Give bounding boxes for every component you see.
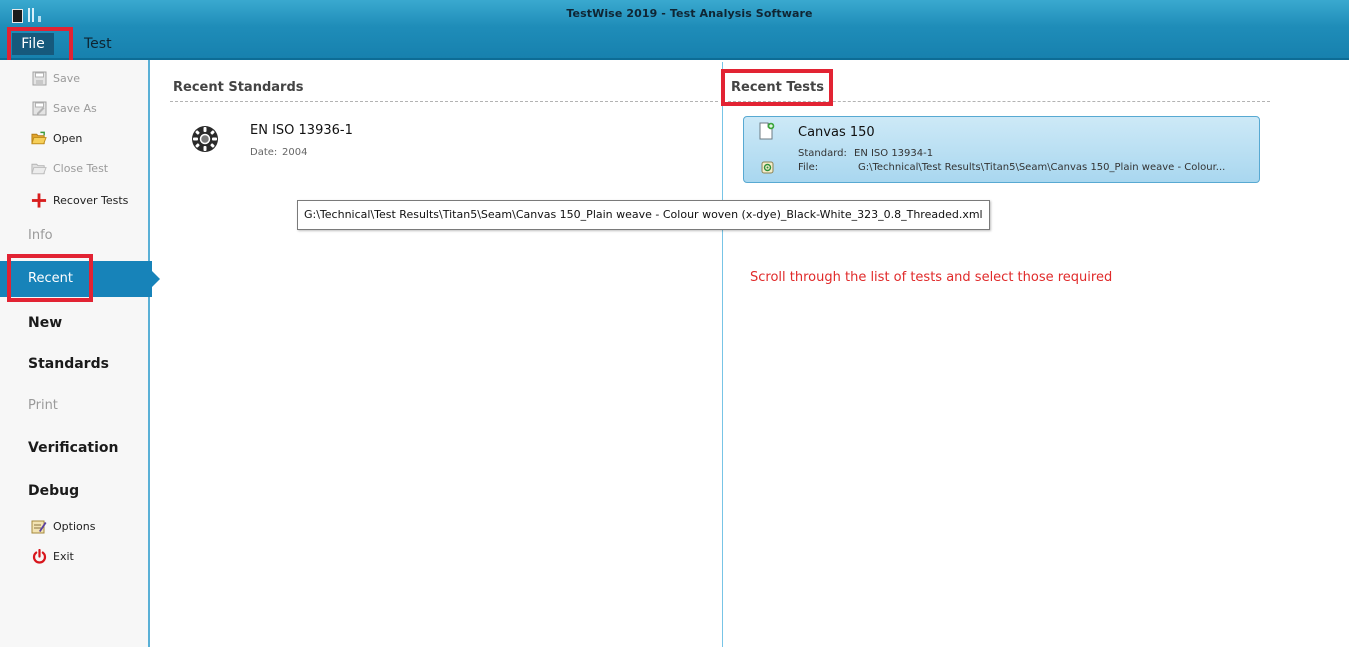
recent-test-item[interactable]: Canvas 150 Standard: EN ISO 13934-1 File…: [743, 116, 1260, 183]
tab-file[interactable]: File: [12, 33, 54, 55]
save-icon: [31, 70, 47, 86]
open-label: Open: [53, 131, 83, 145]
test-status-icon: [761, 161, 774, 174]
recent-tests-divider: [728, 101, 1270, 102]
title-bar: TestWise 2019 - Test Analysis Software F…: [0, 0, 1349, 60]
exit-label: Exit: [53, 549, 74, 563]
recent-standards-divider: [170, 101, 718, 102]
recent-tests-heading: Recent Tests: [731, 80, 824, 95]
test-file-label: File:: [798, 162, 819, 173]
sidebar-item-info[interactable]: Info: [0, 218, 148, 254]
close-test-label: Close Test: [53, 161, 109, 175]
sidebar-item-recent[interactable]: Recent: [0, 261, 160, 297]
open-folder-icon: [31, 130, 47, 146]
instruction-annotation: Scroll through the list of tests and sel…: [750, 270, 1113, 285]
gear-icon: [190, 124, 220, 154]
test-name: Canvas 150: [798, 125, 875, 140]
backstage-sidebar: Save Save As Open Close Test Recover Tes…: [0, 60, 160, 647]
test-standard-label: Standard:: [798, 148, 847, 159]
save-label: Save: [53, 71, 81, 85]
pane-divider: [722, 62, 723, 647]
options-icon: [31, 518, 47, 534]
sidebar-item-verification[interactable]: Verification: [0, 430, 148, 466]
document-icon: [759, 122, 775, 140]
close-test-command[interactable]: Close Test: [0, 154, 148, 182]
recover-tests-label: Recover Tests: [53, 193, 129, 207]
window-title: TestWise 2019 - Test Analysis Software: [566, 7, 813, 20]
sidebar-item-standards[interactable]: Standards: [0, 346, 148, 382]
standard-date-label: Date:: [250, 147, 278, 158]
power-icon: [31, 548, 47, 564]
standard-date: 2004: [282, 147, 308, 158]
standard-name: EN ISO 13936-1: [250, 123, 353, 138]
tab-test[interactable]: Test: [76, 33, 120, 55]
plus-icon: [31, 192, 47, 208]
save-as-icon: [31, 100, 47, 116]
options-label: Options: [53, 519, 96, 533]
exit-command[interactable]: Exit: [0, 542, 148, 570]
recent-standard-item[interactable]: EN ISO 13936-1 Date: 2004: [190, 120, 430, 164]
test-standard-value: EN ISO 13934-1: [854, 148, 934, 159]
save-as-command[interactable]: Save As: [0, 94, 148, 122]
close-test-icon: [31, 160, 47, 176]
sidebar-item-new[interactable]: New: [0, 305, 148, 341]
sidebar-item-print[interactable]: Print: [0, 388, 148, 424]
recover-tests-command[interactable]: Recover Tests: [0, 186, 148, 214]
options-command[interactable]: Options: [0, 512, 148, 540]
save-command[interactable]: Save: [0, 64, 148, 92]
test-file-path: G:\Technical\Test Results\Titan5\Seam\Ca…: [858, 162, 1226, 173]
recent-standards-heading: Recent Standards: [173, 80, 304, 95]
save-as-label: Save As: [53, 101, 97, 115]
file-path-tooltip: G:\Technical\Test Results\Titan5\Seam\Ca…: [297, 200, 990, 230]
sidebar-item-debug[interactable]: Debug: [0, 473, 148, 509]
open-command[interactable]: Open: [0, 124, 148, 152]
